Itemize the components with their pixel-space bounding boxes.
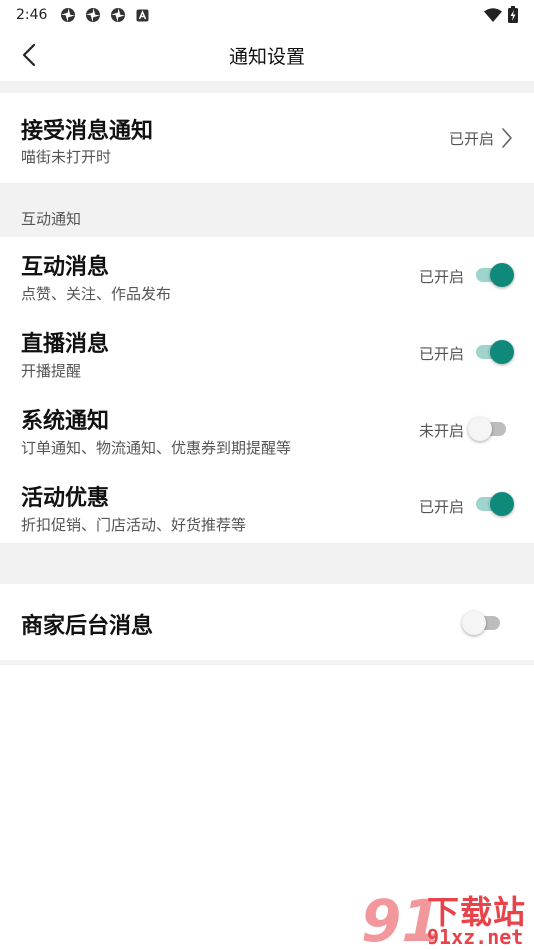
item-state: 已开启 [418, 345, 464, 363]
section-divider [0, 81, 534, 93]
system-notification-toggle[interactable] [468, 415, 508, 443]
wifi-icon [484, 7, 502, 26]
toggle-knob [468, 417, 492, 441]
item-subtitle: 折扣促销、门店活动、好货推荐等 [21, 516, 247, 534]
item-subtitle: 开播提醒 [21, 362, 82, 380]
interaction-message-row: 互动消息 点赞、关注、作品发布 已开启 [0, 237, 534, 314]
toggle-knob [490, 340, 514, 364]
bottom-divider [0, 660, 534, 665]
item-title: 活动优惠 [21, 486, 110, 511]
receive-notification-state: 已开启 [448, 130, 494, 148]
live-message-row: 直播消息 开播提醒 已开启 [0, 314, 534, 391]
item-state: 已开启 [418, 268, 464, 286]
a-notification-icon [134, 7, 151, 24]
merchant-message-toggle[interactable] [462, 609, 502, 637]
item-subtitle: 订单通知、物流通知、优惠券到期提醒等 [21, 439, 292, 457]
item-title: 直播消息 [21, 332, 110, 357]
item-title: 互动消息 [21, 255, 110, 280]
photos-app-icon [84, 7, 101, 24]
section-divider [0, 543, 534, 584]
system-notification-row: 系统通知 订单通知、物流通知、优惠券到期提醒等 未开启 [0, 391, 534, 468]
nav-bar: 通知设置 [0, 30, 534, 80]
item-state: 未开启 [418, 422, 464, 440]
merchant-message-title: 商家后台消息 [21, 614, 154, 639]
receive-notification-title: 接受消息通知 [21, 119, 154, 144]
photos-app-icon [59, 7, 76, 24]
chevron-right-icon [500, 127, 514, 149]
interaction-message-toggle[interactable] [474, 261, 514, 289]
promotion-row: 活动优惠 折扣促销、门店活动、好货推荐等 已开启 [0, 468, 534, 543]
receive-notification-subtitle: 喵街未打开时 [21, 148, 112, 166]
section-header: 互动通知 [0, 183, 534, 237]
chevron-left-icon[interactable] [18, 42, 44, 68]
watermark-domain: 91xz.net [427, 925, 524, 949]
merchant-message-row: 商家后台消息 [0, 584, 534, 660]
section-label: 互动通知 [21, 210, 82, 228]
page-title: 通知设置 [228, 45, 305, 68]
photos-app-icon [109, 7, 126, 24]
item-subtitle: 点赞、关注、作品发布 [21, 285, 172, 303]
promotion-toggle[interactable] [474, 490, 514, 518]
toggle-knob [490, 263, 514, 287]
receive-notification-row[interactable]: 接受消息通知 喵街未打开时 已开启 [0, 93, 534, 183]
toggle-knob [490, 492, 514, 516]
status-time: 2:46 [16, 7, 48, 23]
site-watermark: 91 下载站 91xz.net [359, 885, 534, 950]
status-bar: 2:46 [0, 0, 534, 30]
item-state: 已开启 [418, 498, 464, 516]
toggle-knob [462, 611, 486, 635]
item-title: 系统通知 [21, 409, 110, 434]
battery-charging-icon [508, 6, 518, 27]
live-message-toggle[interactable] [474, 338, 514, 366]
